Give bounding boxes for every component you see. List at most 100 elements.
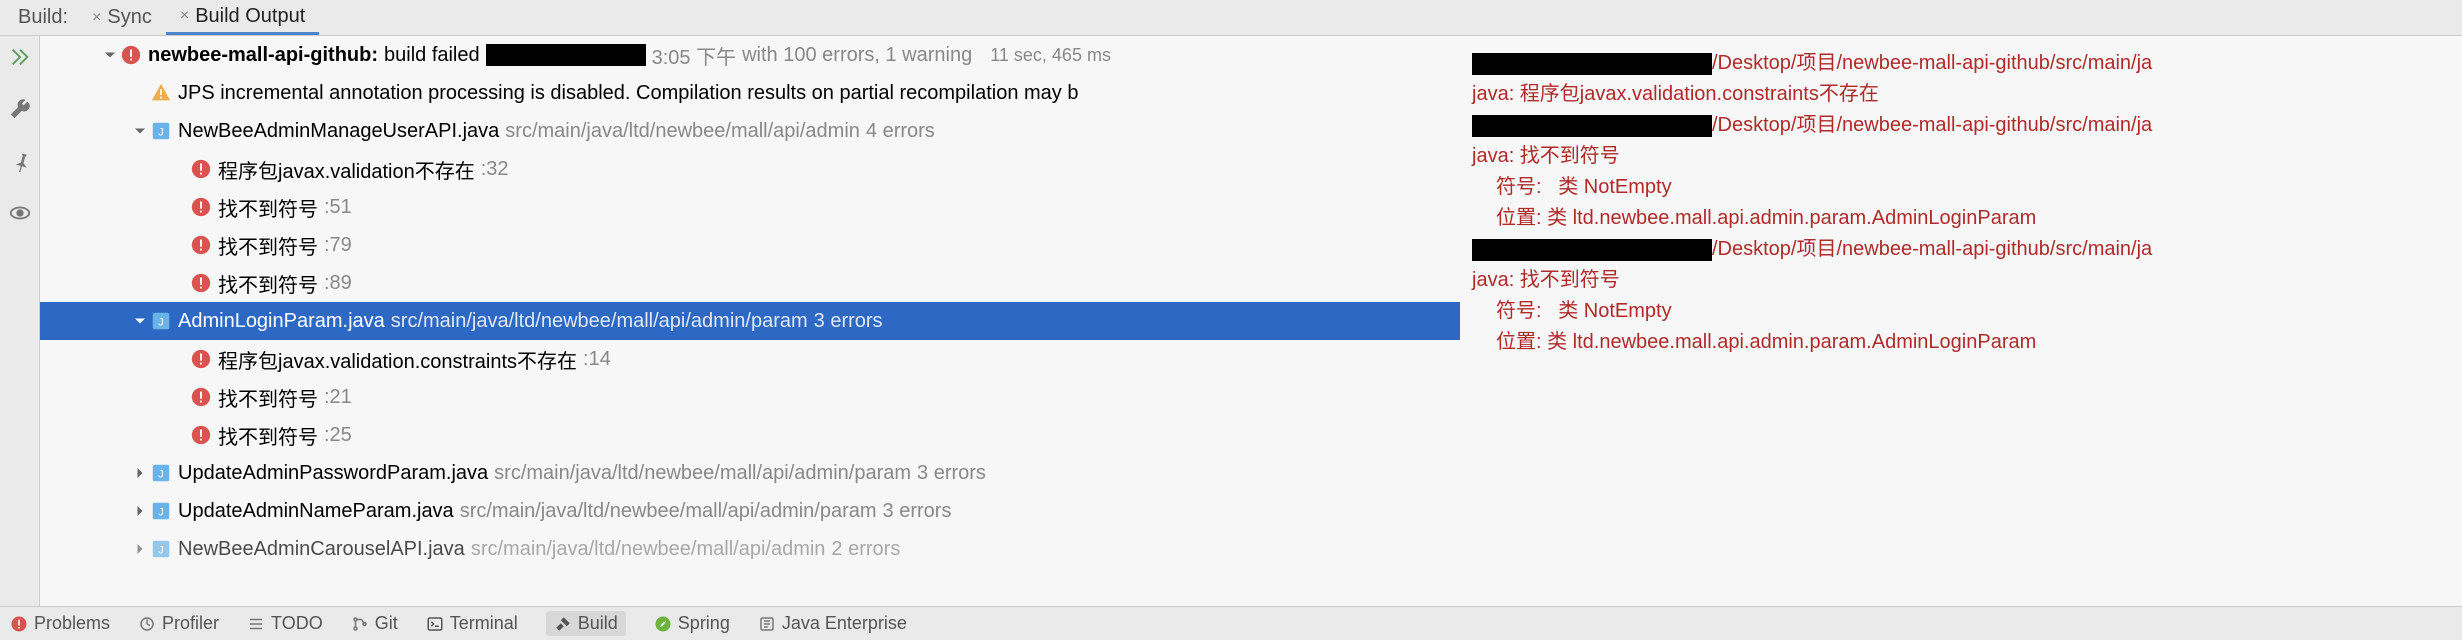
build-button[interactable]: Build — [546, 611, 626, 636]
java-file-icon: J — [150, 310, 172, 332]
close-icon[interactable]: × — [180, 7, 189, 25]
err-line: :14 — [583, 348, 611, 371]
log-line: 位置: 类 ltd.newbee.mall.api.admin.param.Ad… — [1468, 203, 2462, 234]
file-name: NewBeeAdminCarouselAPI.java — [178, 538, 465, 561]
file-name: NewBeeAdminManageUserAPI.java — [178, 120, 499, 143]
file-row[interactable]: J UpdateAdminNameParam.java src/main/jav… — [40, 492, 1460, 530]
error-icon — [10, 615, 28, 633]
file-row[interactable]: J NewBeeAdminManageUserAPI.java src/main… — [40, 112, 1460, 150]
error-icon — [120, 44, 142, 66]
spring-button[interactable]: Spring — [654, 613, 730, 634]
error-row[interactable]: 找不到符号 :89 — [40, 264, 1460, 302]
tab-sync[interactable]: × Sync — [78, 0, 166, 35]
java-file-icon: J — [150, 462, 172, 484]
error-row[interactable]: 找不到符号 :79 — [40, 226, 1460, 264]
error-row[interactable]: 找不到符号 :25 — [40, 416, 1460, 454]
error-row[interactable]: 找不到符号 :51 — [40, 188, 1460, 226]
file-path: src/main/java/ltd/newbee/mall/api/admin — [505, 120, 860, 143]
log-line: 符号: 类 NotEmpty — [1468, 296, 2462, 327]
left-toolbar — [0, 36, 40, 606]
err-msg: 找不到符号 — [218, 383, 318, 412]
redacted — [486, 44, 646, 66]
git-button[interactable]: Git — [351, 613, 398, 634]
error-icon — [190, 234, 212, 256]
svg-text:J: J — [158, 469, 164, 481]
log-line: java: 找不到符号 — [1468, 141, 2462, 172]
file-errs: 3 errors — [917, 462, 986, 485]
error-icon — [190, 424, 212, 446]
err-msg: 找不到符号 — [218, 231, 318, 260]
chevron-down-icon — [100, 45, 120, 65]
error-row[interactable]: 找不到符号 :21 — [40, 378, 1460, 416]
log-line: 符号: 类 NotEmpty — [1468, 172, 2462, 203]
chevron-down-icon — [130, 121, 150, 141]
git-icon — [351, 615, 369, 633]
jps-row[interactable]: JPS incremental annotation processing is… — [40, 74, 1460, 112]
java-file-icon: J — [150, 120, 172, 142]
root-with: with 100 errors, 1 warning — [742, 44, 972, 67]
log-line: /Desktop/项目/newbee-mall-api-github/src/m… — [1468, 48, 2462, 79]
err-msg: 找不到符号 — [218, 269, 318, 298]
wrench-icon[interactable] — [9, 98, 31, 126]
tab-sync-label: Sync — [107, 6, 151, 29]
root-duration: 11 sec, 465 ms — [990, 45, 1111, 66]
err-line: :25 — [324, 424, 352, 447]
err-line: :21 — [324, 386, 352, 409]
root-name: newbee-mall-api-github: — [148, 44, 378, 67]
jps-text: JPS incremental annotation processing is… — [178, 82, 1078, 105]
file-path: src/main/java/ltd/newbee/mall/api/admin — [471, 538, 826, 561]
spring-icon — [654, 615, 672, 633]
file-errs: 3 errors — [883, 500, 952, 523]
java-ee-icon — [758, 615, 776, 633]
file-path: src/main/java/ltd/newbee/mall/api/admin/… — [460, 500, 877, 523]
error-row[interactable]: 程序包javax.validation.constraints不存在 :14 — [40, 340, 1460, 378]
svg-text:J: J — [158, 317, 164, 329]
pin-icon[interactable] — [9, 150, 31, 178]
error-icon — [190, 158, 212, 180]
error-icon — [190, 386, 212, 408]
root-time: 3:05 下午 — [652, 41, 736, 70]
err-msg: 程序包javax.validation.constraints不存在 — [218, 345, 577, 374]
redacted — [1472, 53, 1712, 75]
rerun-icon[interactable] — [9, 46, 31, 74]
build-tree: newbee-mall-api-github: build failed 3:0… — [40, 36, 1460, 606]
build-tabs: Build: × Sync × Build Output — [0, 0, 2462, 36]
err-msg: 程序包javax.validation不存在 — [218, 155, 475, 184]
file-errs: 2 errors — [831, 538, 900, 561]
log-line: java: 程序包javax.validation.constraints不存在 — [1468, 79, 2462, 110]
profiler-icon — [138, 615, 156, 633]
log-line: 位置: 类 ltd.newbee.mall.api.admin.param.Ad… — [1468, 327, 2462, 358]
java-file-icon: J — [150, 538, 172, 560]
eye-icon[interactable] — [9, 202, 31, 230]
err-line: :51 — [324, 196, 352, 219]
err-line: :79 — [324, 234, 352, 257]
error-row[interactable]: 程序包javax.validation不存在 :32 — [40, 150, 1460, 188]
problems-button[interactable]: Problems — [10, 613, 110, 634]
terminal-button[interactable]: Terminal — [426, 613, 518, 634]
compiler-output[interactable]: /Desktop/项目/newbee-mall-api-github/src/m… — [1460, 36, 2462, 606]
file-row-selected[interactable]: J AdminLoginParam.java src/main/java/ltd… — [40, 302, 1460, 340]
svg-text:J: J — [158, 545, 164, 557]
error-icon — [190, 196, 212, 218]
close-icon[interactable]: × — [92, 9, 101, 27]
redacted — [1472, 115, 1712, 137]
redacted — [1472, 239, 1712, 261]
root-row[interactable]: newbee-mall-api-github: build failed 3:0… — [40, 36, 1460, 74]
java-ee-button[interactable]: Java Enterprise — [758, 613, 907, 634]
file-path: src/main/java/ltd/newbee/mall/api/admin/… — [494, 462, 911, 485]
hammer-icon — [554, 615, 572, 633]
todo-button[interactable]: TODO — [247, 613, 323, 634]
build-label: Build: — [8, 6, 78, 29]
file-errs: 3 errors — [814, 310, 883, 333]
file-row[interactable]: J UpdateAdminPasswordParam.java src/main… — [40, 454, 1460, 492]
tab-build-output[interactable]: × Build Output — [166, 0, 319, 35]
file-errs: 4 errors — [866, 120, 935, 143]
root-status: build failed — [384, 44, 480, 67]
error-icon — [190, 272, 212, 294]
profiler-button[interactable]: Profiler — [138, 613, 219, 634]
file-name: UpdateAdminPasswordParam.java — [178, 462, 488, 485]
svg-text:J: J — [158, 127, 164, 139]
warning-icon — [150, 82, 172, 104]
file-row[interactable]: J NewBeeAdminCarouselAPI.java src/main/j… — [40, 530, 1460, 568]
todo-icon — [247, 615, 265, 633]
